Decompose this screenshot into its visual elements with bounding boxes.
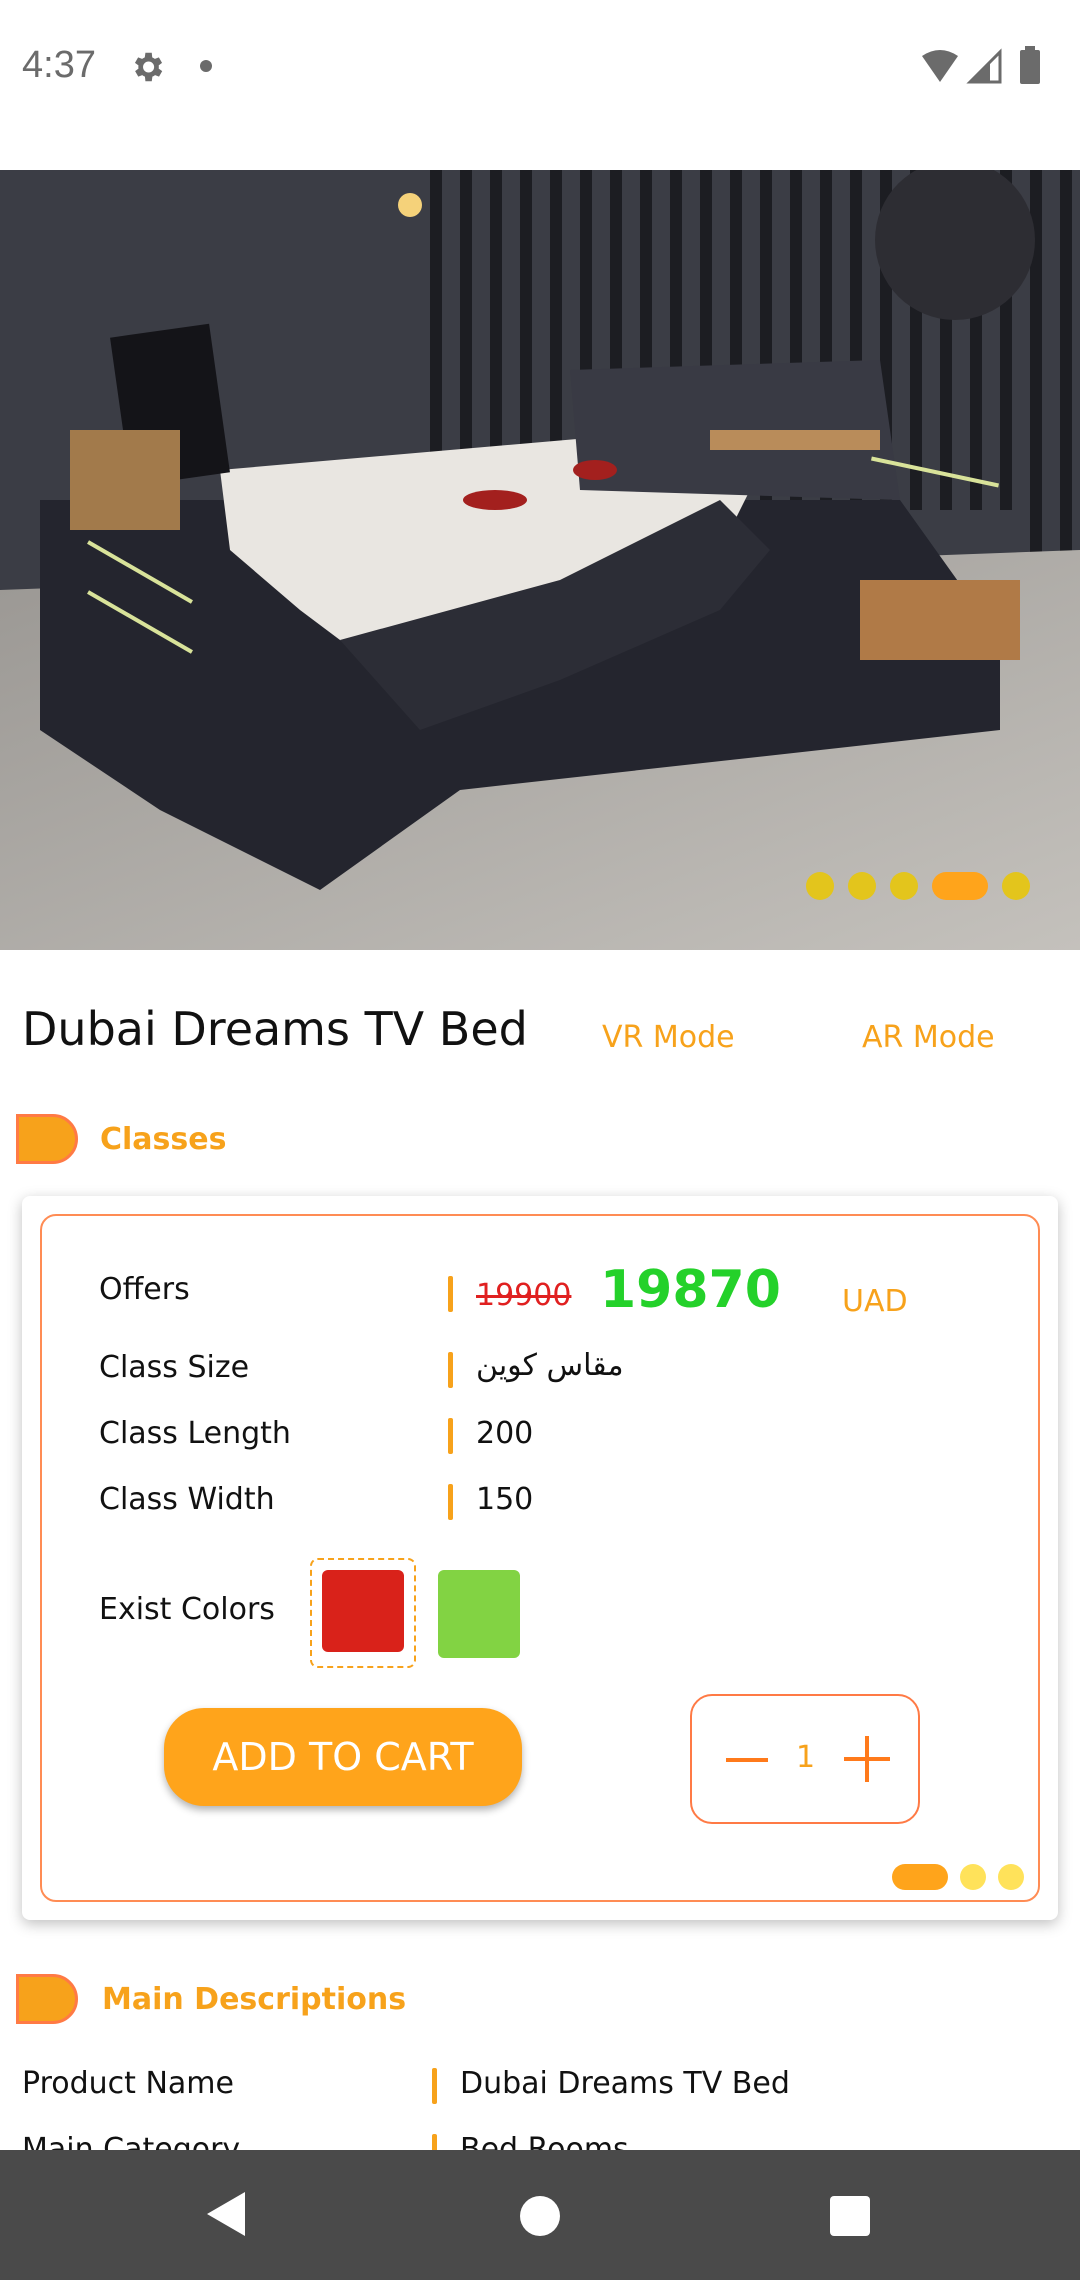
card-dot[interactable] [998, 1864, 1024, 1890]
card-dot-active[interactable] [892, 1864, 948, 1890]
pager-dot[interactable] [806, 872, 834, 900]
product-photo [0, 170, 1080, 950]
status-time: 4:37 [22, 44, 96, 86]
home-icon[interactable] [520, 2196, 560, 2236]
currency-label: UAD [842, 1284, 908, 1319]
pager-dot[interactable] [1002, 872, 1030, 900]
status-icons [922, 46, 1040, 84]
color-swatch-red[interactable] [322, 1570, 404, 1652]
wifi-icon [922, 50, 958, 82]
pager-dot[interactable] [848, 872, 876, 900]
cell-signal-icon [966, 48, 1002, 84]
pager-dot-active[interactable] [932, 872, 988, 900]
product-title: Dubai Dreams TV Bed [22, 1002, 528, 1056]
section-tag-icon [16, 1974, 78, 2024]
notification-dot-icon [200, 60, 212, 72]
pager-dot[interactable] [890, 872, 918, 900]
vr-mode-button[interactable]: VR Mode [602, 1020, 735, 1055]
class-width-label: Class Width [99, 1482, 275, 1517]
recent-apps-icon[interactable] [830, 2196, 870, 2236]
minus-icon[interactable] [726, 1758, 768, 1762]
status-bar: 4:37 [0, 0, 1080, 135]
ar-mode-button[interactable]: AR Mode [862, 1020, 995, 1055]
image-pager-indicator [806, 872, 1030, 900]
separator-bar [448, 1418, 453, 1454]
descriptions-section-title: Main Descriptions [102, 1982, 407, 2017]
add-to-cart-button[interactable]: ADD TO CART [164, 1708, 522, 1806]
color-swatch-green[interactable] [438, 1570, 520, 1658]
separator-bar [432, 2068, 437, 2104]
card-pager-indicator [892, 1864, 1024, 1890]
section-tag-icon [16, 1114, 78, 1164]
class-size-value: مقاس كوين [476, 1348, 624, 1383]
separator-bar [448, 1484, 453, 1520]
plus-icon[interactable] [844, 1736, 890, 1782]
back-icon[interactable] [205, 2190, 247, 2238]
separator-bar [448, 1352, 453, 1388]
exist-colors-label: Exist Colors [99, 1592, 275, 1627]
new-price: 19870 [600, 1260, 781, 1320]
offers-label: Offers [99, 1272, 190, 1307]
product-name-value: Dubai Dreams TV Bed [460, 2066, 790, 2101]
card-dot[interactable] [960, 1864, 986, 1890]
battery-icon [1020, 46, 1040, 84]
class-length-label: Class Length [99, 1416, 291, 1451]
settings-gear-icon [134, 52, 163, 82]
class-size-label: Class Size [99, 1350, 250, 1385]
class-length-value: 200 [476, 1416, 534, 1451]
classes-section-title: Classes [100, 1122, 227, 1157]
quantity-value: 1 [796, 1740, 816, 1775]
separator-bar [448, 1276, 453, 1312]
product-name-label: Product Name [22, 2066, 234, 2101]
old-price: 19900 [476, 1278, 572, 1313]
product-image-carousel[interactable] [0, 170, 1080, 950]
class-width-value: 150 [476, 1482, 534, 1517]
quantity-stepper: 1 [690, 1694, 920, 1824]
system-navigation-bar [0, 2150, 1080, 2280]
